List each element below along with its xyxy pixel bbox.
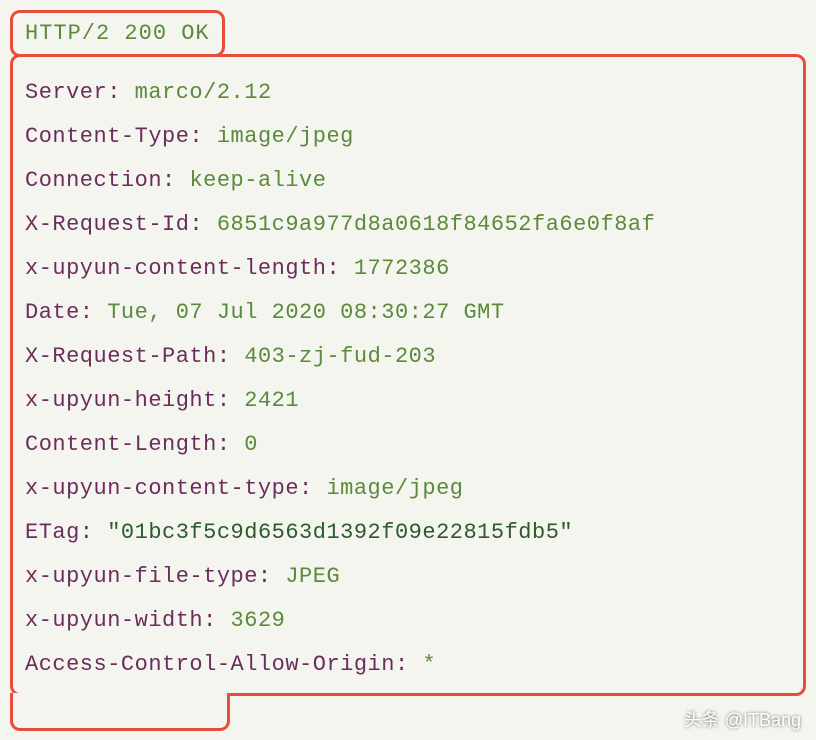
header-name: X-Request-Path: (25, 344, 231, 369)
header-name: x-upyun-height: (25, 388, 231, 413)
header-row: X-Request-Path: 403-zj-fud-203 (25, 335, 791, 379)
header-name: x-upyun-content-type: (25, 476, 313, 501)
header-value: JPEG (285, 564, 340, 589)
watermark-text: 头条 @ITBang (684, 706, 801, 732)
header-row: Content-Type: image/jpeg (25, 115, 791, 159)
header-row: Server: marco/2.12 (25, 71, 791, 115)
header-value: "01bc3f5c9d6563d1392f09e22815fdb5" (107, 520, 573, 545)
header-name: ETag: (25, 520, 94, 545)
header-row: Connection: keep-alive (25, 159, 791, 203)
header-row: Date: Tue, 07 Jul 2020 08:30:27 GMT (25, 291, 791, 335)
header-row: Content-Length: 0 (25, 423, 791, 467)
header-value: 0 (244, 432, 258, 457)
header-row: x-upyun-file-type: JPEG (25, 555, 791, 599)
header-row: Access-Control-Allow-Origin: * (25, 643, 791, 687)
header-value: 1772386 (354, 256, 450, 281)
header-name: Access-Control-Allow-Origin: (25, 652, 409, 677)
header-name: Connection: (25, 168, 176, 193)
header-name: x-upyun-content-length: (25, 256, 340, 281)
header-name: Content-Length: (25, 432, 231, 457)
header-row: x-upyun-width: 3629 (25, 599, 791, 643)
header-row: X-Request-Id: 6851c9a977d8a0618f84652fa6… (25, 203, 791, 247)
header-name: Content-Type: (25, 124, 203, 149)
header-value: image/jpeg (326, 476, 463, 501)
header-value: 2421 (244, 388, 299, 413)
header-row: ETag: "01bc3f5c9d6563d1392f09e22815fdb5" (25, 511, 791, 555)
http-response-container: HTTP/2 200 OK Server: marco/2.12Content-… (10, 10, 806, 731)
http-protocol: HTTP/2 (25, 21, 110, 46)
status-line-highlight-box: HTTP/2 200 OK (10, 10, 225, 57)
header-row: x-upyun-content-type: image/jpeg (25, 467, 791, 511)
bottom-highlight-box (10, 693, 230, 731)
http-status-line: HTTP/2 200 OK (25, 21, 210, 46)
header-value: marco/2.12 (135, 80, 272, 105)
header-row: x-upyun-content-length: 1772386 (25, 247, 791, 291)
header-name: Server: (25, 80, 121, 105)
header-value: 403-zj-fud-203 (244, 344, 436, 369)
headers-highlight-box: Server: marco/2.12Content-Type: image/jp… (10, 54, 806, 696)
header-value: 6851c9a977d8a0618f84652fa6e0f8af (217, 212, 655, 237)
header-row: x-upyun-height: 2421 (25, 379, 791, 423)
header-name: Date: (25, 300, 94, 325)
header-value: image/jpeg (217, 124, 354, 149)
header-value: 3629 (231, 608, 286, 633)
http-status-text: OK (181, 21, 209, 46)
header-name: x-upyun-file-type: (25, 564, 272, 589)
header-name: X-Request-Id: (25, 212, 203, 237)
header-value: * (422, 652, 436, 677)
header-value: keep-alive (189, 168, 326, 193)
header-value: Tue, 07 Jul 2020 08:30:27 GMT (107, 300, 504, 325)
header-name: x-upyun-width: (25, 608, 217, 633)
http-status-code: 200 (124, 21, 167, 46)
